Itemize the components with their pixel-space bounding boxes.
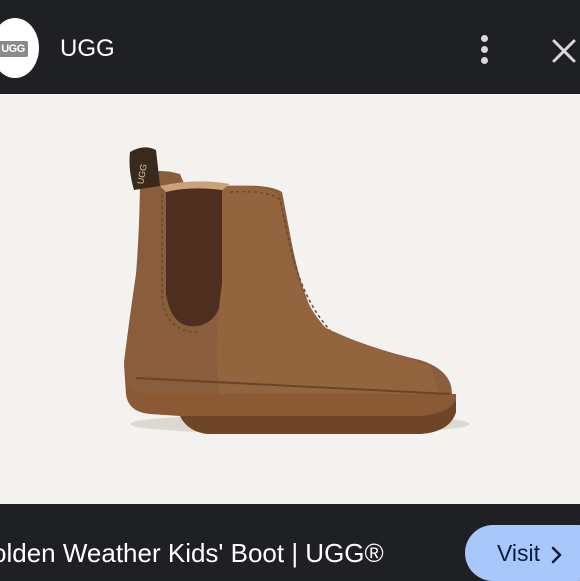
more-vert-icon [481,35,488,42]
visit-button-label[interactable]: Visit [497,540,540,566]
product-image[interactable]: UGG [0,94,580,504]
chevron-right-icon[interactable] [550,546,564,564]
top-bar: UGG UGG [0,0,580,94]
site-name: UGG [60,35,115,62]
boot-illustration: UGG [124,147,470,434]
more-options-button[interactable] [470,30,500,70]
close-icon[interactable] [548,35,578,65]
more-vert-icon-dot [481,46,488,53]
more-vert-icon-dot [481,57,488,64]
product-title[interactable]: olden Weather Kids' Boot | UGG® [0,538,384,568]
site-logo: UGG [0,41,28,57]
